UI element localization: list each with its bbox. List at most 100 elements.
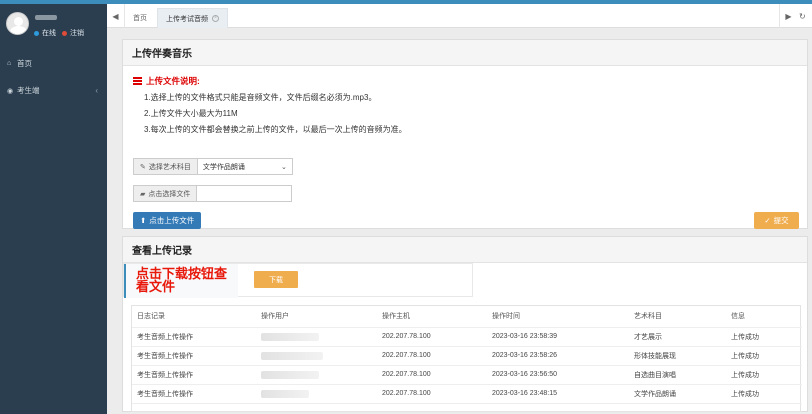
notice-line: 1.选择上传的文件格式只能是音频文件，文件后缀名必须为.mp3。 <box>144 93 377 102</box>
tab-scroll-right-button[interactable]: ▶ <box>779 4 797 28</box>
cell-subject: 自选曲目演唱 <box>629 365 726 385</box>
cell-user <box>256 346 377 366</box>
avatar-head-shape <box>14 17 23 26</box>
records-panel: 查看上传记录 点击下载按钮查看文件 下载 日志记录 操作用户 操作主机 操作时间… <box>122 236 808 412</box>
refresh-icon: ↻ <box>799 11 806 21</box>
file-select-label: 点击选择文件 <box>148 190 191 198</box>
cell-log: 考生音频上传操作 <box>132 365 256 385</box>
column-header[interactable]: 操作用户 <box>256 306 377 328</box>
sidebar-item-label: 首页 <box>17 59 32 68</box>
column-header[interactable]: 信息 <box>726 306 802 328</box>
column-header[interactable]: 操作时间 <box>487 306 629 328</box>
avatar <box>6 12 29 35</box>
upload-icon: ⬆ <box>140 216 147 225</box>
status-online-label: 在线 <box>42 30 56 37</box>
home-icon: ⌂ <box>7 60 12 67</box>
subject-select[interactable]: 文学作品朗诵 ⌄ <box>197 158 293 175</box>
cell-info: 上传成功 <box>726 346 802 366</box>
notice-title: 上传文件说明: <box>133 75 407 87</box>
cell-host: 202.207.78.100 <box>377 327 487 347</box>
subject-select-row: ✎ 选择艺术科目 文学作品朗诵 ⌄ <box>133 158 293 175</box>
table-row: 考生音频上传操作 202.207.78.100 2023-03-16 23:58… <box>132 346 802 366</box>
folder-icon: ▰ <box>140 190 146 198</box>
download-button[interactable]: 下载 <box>254 271 298 288</box>
file-input[interactable] <box>197 185 293 202</box>
download-note: 点击下载按钮查看文件 <box>124 264 238 298</box>
upload-file-button-label: 点击上传文件 <box>149 216 195 225</box>
sidebar-item-home[interactable]: ⌂ 首页 <box>0 50 107 77</box>
tab-home-label: 首页 <box>133 15 147 22</box>
user-name-redacted <box>35 15 57 20</box>
edit-icon: ✎ <box>140 163 146 171</box>
tab-close-icon[interactable]: × <box>212 15 219 22</box>
double-chevron-right-icon: ▶ <box>785 11 792 21</box>
upload-file-button[interactable]: ⬆ 点击上传文件 <box>133 212 202 229</box>
records-panel-title: 查看上传记录 <box>123 237 807 263</box>
redacted-user <box>261 370 319 379</box>
cell-time: 2023-03-16 23:48:15 <box>487 384 629 404</box>
subject-select-value: 文学作品朗诵 <box>202 163 245 171</box>
cell-host: 202.207.78.100 <box>377 346 487 366</box>
online-dot-icon <box>34 30 39 36</box>
chevron-left-icon: ‹ <box>95 86 98 95</box>
upload-panel-title: 上传伴奏音乐 <box>123 40 807 66</box>
user-panel: 在线 注销 <box>0 4 107 44</box>
notice-line: 2.上传文件大小最大为11M <box>144 109 238 118</box>
list-icon <box>133 77 142 85</box>
notice-title-text: 上传文件说明: <box>146 76 200 86</box>
check-icon: ✓ <box>764 216 771 225</box>
notice-line: 3.每次上传的文件都会替换之前上传的文件，以最后一次上传的音频为准。 <box>144 125 407 134</box>
column-header[interactable]: 艺术科目 <box>629 306 726 328</box>
cell-info: 上传成功 <box>726 327 802 347</box>
table-header-row: 日志记录 操作用户 操作主机 操作时间 艺术科目 信息 <box>132 306 802 328</box>
cell-log: 考生音频上传操作 <box>132 346 256 366</box>
file-select-row: ▰ 点击选择文件 <box>133 185 293 202</box>
main-content: 上传伴奏音乐 上传文件说明: 1.选择上传的文件格式只能是音频文件，文件后缀名必… <box>107 28 812 414</box>
redacted-user <box>261 332 319 341</box>
redacted-user <box>261 389 309 398</box>
table-row: 考生音频上传操作 202.207.78.100 2023-03-16 23:56… <box>132 365 802 385</box>
logout-dot-icon[interactable] <box>62 30 67 36</box>
cell-time: 2023-03-16 23:58:39 <box>487 327 629 347</box>
tab-home[interactable]: 首页 <box>125 8 155 28</box>
tab-upload-audio-label: 上传考试音频 <box>166 15 208 23</box>
sidebar-item-candidate[interactable]: ◉ 考生端 ‹ <box>0 77 107 104</box>
confirm-button[interactable]: ✓ 提交 <box>754 212 799 229</box>
upload-notice: 上传文件说明: 1.选择上传的文件格式只能是音频文件，文件后缀名必须为.mp3。… <box>133 75 407 135</box>
cell-time: 2023-03-16 23:58:26 <box>487 346 629 366</box>
tab-scroll-left-button[interactable]: ◀ <box>107 4 125 28</box>
user-status: 在线 注销 <box>34 28 87 38</box>
double-chevron-left-icon: ◀ <box>112 11 119 21</box>
cell-log: 考生音频上传操作 <box>132 327 256 347</box>
download-area: 点击下载按钮查看文件 下载 <box>123 263 473 298</box>
table-row: 考生音频上传操作 202.207.78.100 2023-03-16 23:58… <box>132 327 802 347</box>
tab-upload-audio[interactable]: 上传考试音频 × <box>157 8 228 28</box>
cell-subject: 文学作品朗诵 <box>629 384 726 404</box>
confirm-button-label: 提交 <box>773 216 789 225</box>
cell-user <box>256 384 377 404</box>
subject-select-label: 选择艺术科目 <box>148 163 191 171</box>
upload-panel: 上传伴奏音乐 上传文件说明: 1.选择上传的文件格式只能是音频文件，文件后缀名必… <box>122 39 808 229</box>
avatar-body-shape <box>10 26 27 34</box>
sidebar: 在线 注销 ⌂ 首页 ◉ 考生端 ‹ <box>0 4 107 414</box>
cell-subject: 才艺展示 <box>629 327 726 347</box>
chevron-down-icon: ⌄ <box>281 163 287 171</box>
records-table: 日志记录 操作用户 操作主机 操作时间 艺术科目 信息 考生音频上传操作 202… <box>131 305 802 412</box>
file-select-addon[interactable]: ▰ 点击选择文件 <box>133 185 198 202</box>
column-header[interactable]: 操作主机 <box>377 306 487 328</box>
cell-subject: 形体技能展现 <box>629 346 726 366</box>
cell-user <box>256 327 377 347</box>
cell-user <box>256 365 377 385</box>
tab-bar: ◀ 首页 上传考试音频 × ▶ ↻ <box>107 4 812 28</box>
cell-info: 上传成功 <box>726 365 802 385</box>
redacted-user <box>261 351 323 360</box>
table-row: 考生音频上传操作 202.207.78.100 2023-03-16 23:48… <box>132 384 802 404</box>
cell-host: 202.207.78.100 <box>377 384 487 404</box>
subject-select-addon: ✎ 选择艺术科目 <box>133 158 198 175</box>
logout-link[interactable]: 注销 <box>70 28 84 38</box>
cell-info: 上传成功 <box>726 384 802 404</box>
sidebar-item-label: 考生端 <box>17 86 40 95</box>
column-header[interactable]: 日志记录 <box>132 306 256 328</box>
tab-refresh-button[interactable]: ↻ <box>799 4 806 28</box>
sidebar-menu: ⌂ 首页 ◉ 考生端 ‹ <box>0 50 107 104</box>
